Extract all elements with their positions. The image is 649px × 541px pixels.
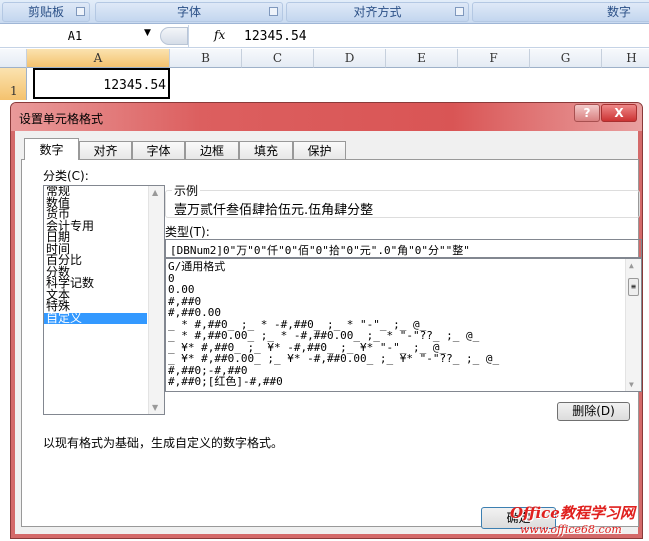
format-item[interactable]: 0.00: [166, 284, 641, 296]
category-item-selected[interactable]: 自定义: [44, 312, 147, 324]
category-label: 分类(C):: [43, 169, 89, 183]
ribbon-group-font: 字体: [95, 2, 283, 22]
name-box-dropdown-icon[interactable]: ▼: [144, 28, 151, 38]
sample-value: 壹万贰仟叁佰肆拾伍元.伍角肆分整: [174, 203, 374, 218]
ribbon-group-number: 数字: [472, 2, 649, 22]
column-header-h[interactable]: H: [602, 49, 649, 68]
help-button[interactable]: ?: [574, 104, 600, 122]
row-header-1[interactable]: 1: [0, 68, 27, 100]
dialog-title: 设置单元格格式: [19, 112, 104, 126]
category-list[interactable]: 常规 数值 货币 会计专用 日期 时间 百分比 分数 科学记数 文本 特殊 自定…: [43, 185, 165, 415]
watermark-logo: Office教程学习网 www.office68.com: [510, 504, 635, 536]
format-scrollbar[interactable]: ▲ ≡ ▼: [625, 259, 641, 391]
format-item[interactable]: #,##0;[红色]-#,##0: [166, 376, 641, 388]
group-label: 对齐方式: [353, 5, 402, 19]
name-box[interactable]: A1: [0, 28, 150, 45]
format-item[interactable]: 0: [166, 272, 641, 285]
dialog-title-bar[interactable]: 设置单元格格式 ? X: [11, 103, 642, 131]
ribbon: 剪贴板 字体 对齐方式 数字: [0, 0, 649, 24]
formula-bar-resize-handle[interactable]: [160, 27, 188, 45]
column-header-g[interactable]: G: [530, 49, 602, 68]
cell-a1[interactable]: 12345.54: [33, 68, 170, 99]
close-button[interactable]: X: [601, 104, 637, 122]
category-scrollbar[interactable]: ▲ ▼: [148, 186, 164, 414]
tab-protection[interactable]: 保护: [293, 141, 346, 160]
scroll-down-icon[interactable]: ▼: [629, 380, 634, 389]
group-label: 数字: [606, 5, 631, 19]
dialog-launcher-icon[interactable]: [76, 7, 85, 16]
format-cells-dialog: 设置单元格格式 ? X 数字 对齐 字体 边框 填充 保护 分类(C): 常规 …: [10, 102, 643, 539]
column-header-c[interactable]: C: [242, 49, 314, 68]
format-item[interactable]: G/通用格式: [166, 261, 641, 273]
sample-label: 示例: [172, 182, 201, 199]
format-item[interactable]: _ * #,##0.00_ ;_ * -#,##0.00_ ;_ * "-"??…: [166, 330, 641, 342]
sample-group: 示例 壹万贰仟叁佰肆拾伍元.伍角肆分整: [165, 182, 640, 218]
column-header-d[interactable]: D: [314, 49, 386, 68]
column-header-a[interactable]: A: [27, 49, 170, 68]
type-label: 类型(T):: [165, 225, 210, 239]
format-list[interactable]: G/通用格式 0 0.00 #,##0 #,##0.00 _ * #,##0_ …: [165, 258, 642, 392]
format-item[interactable]: #,##0: [166, 295, 641, 308]
formula-bar: A1 ▼ fx 12345.54: [0, 25, 649, 48]
dialog-launcher-icon[interactable]: [269, 7, 278, 16]
ribbon-group-clipboard: 剪贴板: [2, 2, 90, 22]
description-text: 以现有格式为基础，生成自定义的数字格式。: [43, 436, 284, 450]
format-item[interactable]: _ ¥* #,##0.00_ ;_ ¥* -#,##0.00_ ;_ ¥* "-…: [166, 353, 641, 365]
format-item[interactable]: #,##0.00: [166, 307, 641, 319]
tab-number[interactable]: 数字: [24, 138, 79, 160]
tab-fill[interactable]: 填充: [239, 141, 293, 160]
insert-function-icon[interactable]: fx: [214, 28, 225, 42]
group-label: 剪贴板: [27, 5, 64, 19]
column-header-b[interactable]: B: [170, 49, 242, 68]
formula-input[interactable]: 12345.54: [244, 29, 307, 44]
type-input[interactable]: [DBNum2]0"万"0"仟"0"佰"0"拾"0"元".0"角"0"分""整": [165, 239, 642, 258]
tab-alignment[interactable]: 对齐: [79, 141, 132, 160]
number-tab-panel: 分类(C): 常规 数值 货币 会计专用 日期 时间 百分比 分数 科学记数 文…: [21, 159, 642, 527]
select-all-corner[interactable]: [0, 49, 27, 68]
tab-font[interactable]: 字体: [132, 141, 185, 160]
delete-button[interactable]: 删除(D): [557, 402, 630, 421]
scroll-up-icon[interactable]: ▲: [629, 261, 634, 270]
group-label: 字体: [176, 5, 201, 19]
tab-border[interactable]: 边框: [185, 141, 239, 160]
ribbon-group-alignment: 对齐方式: [286, 2, 469, 22]
scroll-up-icon[interactable]: ▲: [152, 188, 158, 197]
column-header-e[interactable]: E: [386, 49, 458, 68]
scroll-thumb[interactable]: ≡: [628, 278, 639, 296]
column-header-f[interactable]: F: [458, 49, 530, 68]
dialog-launcher-icon[interactable]: [455, 7, 464, 16]
scroll-down-icon[interactable]: ▼: [152, 403, 158, 412]
